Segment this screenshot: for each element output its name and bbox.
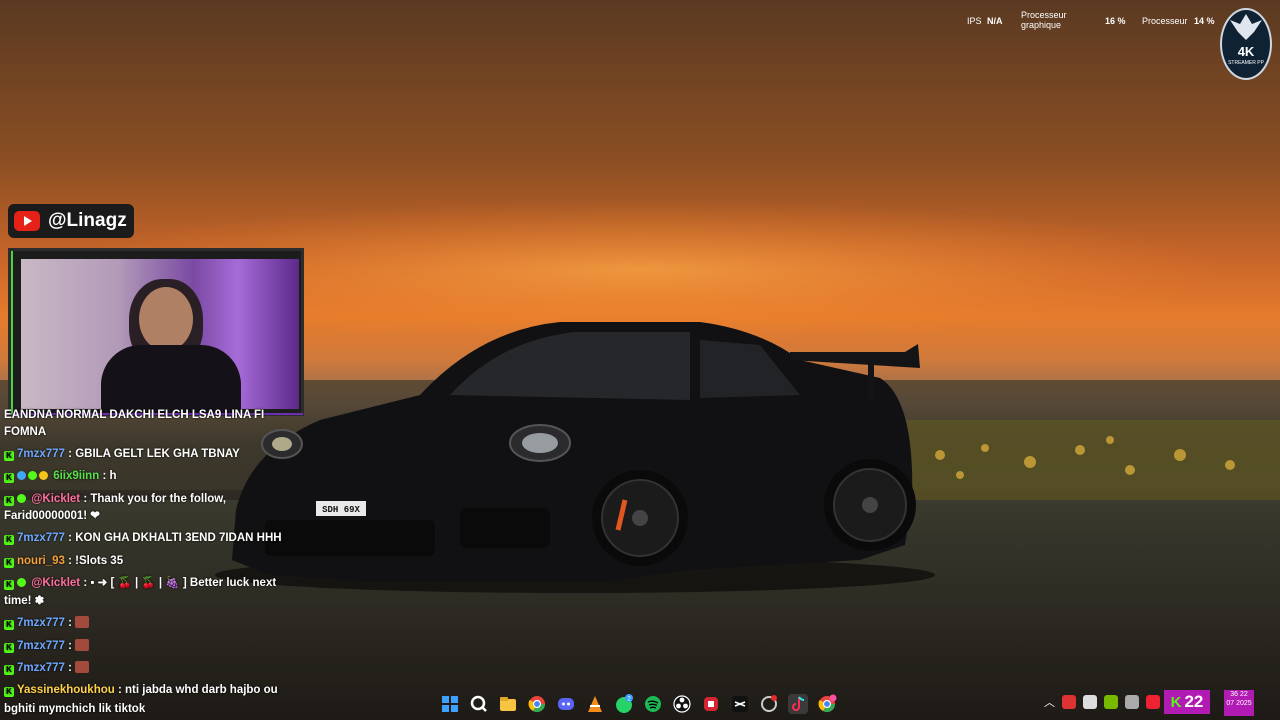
chat-username: 7mzx777 <box>17 640 65 652</box>
nvidia-icon[interactable] <box>1104 695 1118 709</box>
chat-line: EANDNA NORMAL DAKCHI ELCH LSA9 LINA FI <box>4 409 265 421</box>
kick-icon: K <box>4 580 14 590</box>
chat-text: : Thank you for the follow, <box>83 493 227 505</box>
chat-message: K Yassinekhoukhou : nti jabda whd darb ha… <box>4 681 278 699</box>
whatsapp-icon[interactable]: 2 <box>614 694 634 714</box>
performance-overlay: IPS N/A Processeur graphique 16 % Proces… <box>965 8 1220 40</box>
chrome-icon[interactable] <box>527 694 547 714</box>
discord-icon[interactable] <box>556 694 576 714</box>
taskbar-clock[interactable]: 36 22 07 2025 <box>1224 690 1254 716</box>
capcut-icon[interactable] <box>730 694 750 714</box>
badge-icon <box>17 578 26 587</box>
kick-icon: K <box>4 496 14 506</box>
app-circle-icon[interactable] <box>759 694 779 714</box>
ips-value: N/A <box>987 16 1003 26</box>
bitcoin-icon[interactable] <box>1083 695 1097 709</box>
kick-icon: K <box>4 643 14 653</box>
clock-date: 07 2025 <box>1226 700 1252 707</box>
chat-username: @Kicklet <box>31 493 81 505</box>
youtube-icon <box>14 211 40 231</box>
gpu-label: Processeur graphique <box>1021 10 1067 30</box>
chat-text: : <box>68 662 73 674</box>
tray-app-icon[interactable] <box>1146 695 1160 709</box>
chrome-profile-icon[interactable] <box>817 694 837 714</box>
youtube-handle-badge: @Linagz <box>8 204 134 238</box>
car-illustration: SDH 69X <box>215 322 935 593</box>
cpu-value: 14 % <box>1194 16 1215 26</box>
chat-message: K 7mzx777 : KON GHA DKHALTI 3END 7IDAN HH… <box>4 529 282 547</box>
chat-text: : <box>68 617 73 629</box>
cpu-label: Processeur <box>1142 16 1188 26</box>
chat-message: K @Kicklet : ▪ ➜ [ 🍒 | 🍒 | 🍇 ] Better lu… <box>4 574 276 592</box>
badge-icon <box>28 471 37 480</box>
channel-logo: 4K STREAMER PP <box>1220 8 1272 80</box>
chat-message: K 6iix9iinn : h <box>4 467 117 485</box>
vlc-icon[interactable] <box>585 694 605 714</box>
badge-icon <box>17 471 26 480</box>
chat-message: K 7mzx777 : <box>4 659 90 677</box>
chat-text: : <box>68 640 73 652</box>
system-tray: ︿ <box>1044 694 1181 710</box>
chat-text: : KON GHA DKHALTI 3END 7IDAN HHH <box>68 532 282 544</box>
kick-icon: K <box>4 687 14 697</box>
chat-username: Yassinekhoukhou <box>17 684 115 696</box>
viewer-count: 22 <box>1184 692 1204 711</box>
emote-icon <box>75 616 90 628</box>
chat-text: : nti jabda whd darb hajbo ou <box>117 684 278 696</box>
emote-icon <box>75 639 90 651</box>
chat-username: @Kicklet <box>31 577 81 589</box>
obs-icon[interactable] <box>672 694 692 714</box>
chat-text: : h <box>102 470 117 482</box>
phoenix-icon <box>1230 14 1262 40</box>
chat-message: K 7mzx777 : GBILA GELT LEK GHA TBNAY <box>4 445 240 463</box>
chat-text: : !Slots 35 <box>68 555 124 567</box>
taskbar: 2 <box>440 694 837 716</box>
kick-icon: K <box>4 558 14 568</box>
file-explorer-icon[interactable] <box>498 694 518 714</box>
chat-username: 7mzx777 <box>17 617 65 629</box>
search-icon[interactable] <box>469 694 489 714</box>
kick-icon: K <box>4 451 14 461</box>
chat-message: K 7mzx777 : <box>4 637 90 655</box>
logo-text: 4K <box>1237 44 1255 59</box>
tiktok-icon[interactable] <box>788 694 808 714</box>
gpu-value: 16 % <box>1105 16 1126 26</box>
chevron-up-icon[interactable]: ︿ <box>1044 694 1055 710</box>
chat-line: FOMNA <box>4 426 47 438</box>
kick-icon: K <box>4 535 14 545</box>
kick-icon: K <box>4 665 14 675</box>
license-plate: SDH 69X <box>322 505 360 515</box>
chat-message: Knouri_93 : !Slots 35 <box>4 552 123 570</box>
ips-label: IPS <box>967 16 982 26</box>
app-red-icon[interactable] <box>701 694 721 714</box>
sync-icon[interactable] <box>1125 695 1139 709</box>
webcam-accent-border <box>11 251 303 415</box>
clock-time: 36 22 <box>1230 691 1248 698</box>
badge-icon <box>17 494 26 503</box>
chat-line: Farid00000001! ❤ <box>4 510 100 522</box>
viewer-count-badge: K 22 <box>1164 690 1210 714</box>
windows-start-icon[interactable] <box>440 694 460 714</box>
chat-username: 7mzx777 <box>17 662 65 674</box>
chat-username: 6iix9iinn <box>53 470 100 482</box>
chat-line: bghiti mymchich lik tiktok <box>4 703 146 715</box>
kick-icon: K <box>1170 693 1182 711</box>
logo-subtext: STREAMER PP <box>1228 60 1264 66</box>
chat-message: K 7mzx777 : <box>4 614 90 632</box>
badge-icon <box>39 471 48 480</box>
emote-icon <box>75 661 90 673</box>
channel-handle: @Linagz <box>48 210 127 231</box>
kick-icon: K <box>4 473 14 483</box>
chat-message: K @Kicklet : Thank you for the follow, <box>4 490 226 508</box>
chat-line: time! ✽ <box>4 595 45 607</box>
kick-icon: K <box>4 620 14 630</box>
chat-username: 7mzx777 <box>17 448 65 460</box>
spotify-icon[interactable] <box>643 694 663 714</box>
chat-username: nouri_93 <box>17 555 65 567</box>
chat-text: : ▪ ➜ [ 🍒 | 🍒 | 🍇 ] Better luck next <box>83 577 277 589</box>
webcam-frame <box>8 248 304 416</box>
chat-username: 7mzx777 <box>17 532 65 544</box>
tray-app-icon[interactable] <box>1062 695 1076 709</box>
chat-text: : GBILA GELT LEK GHA TBNAY <box>68 448 240 460</box>
